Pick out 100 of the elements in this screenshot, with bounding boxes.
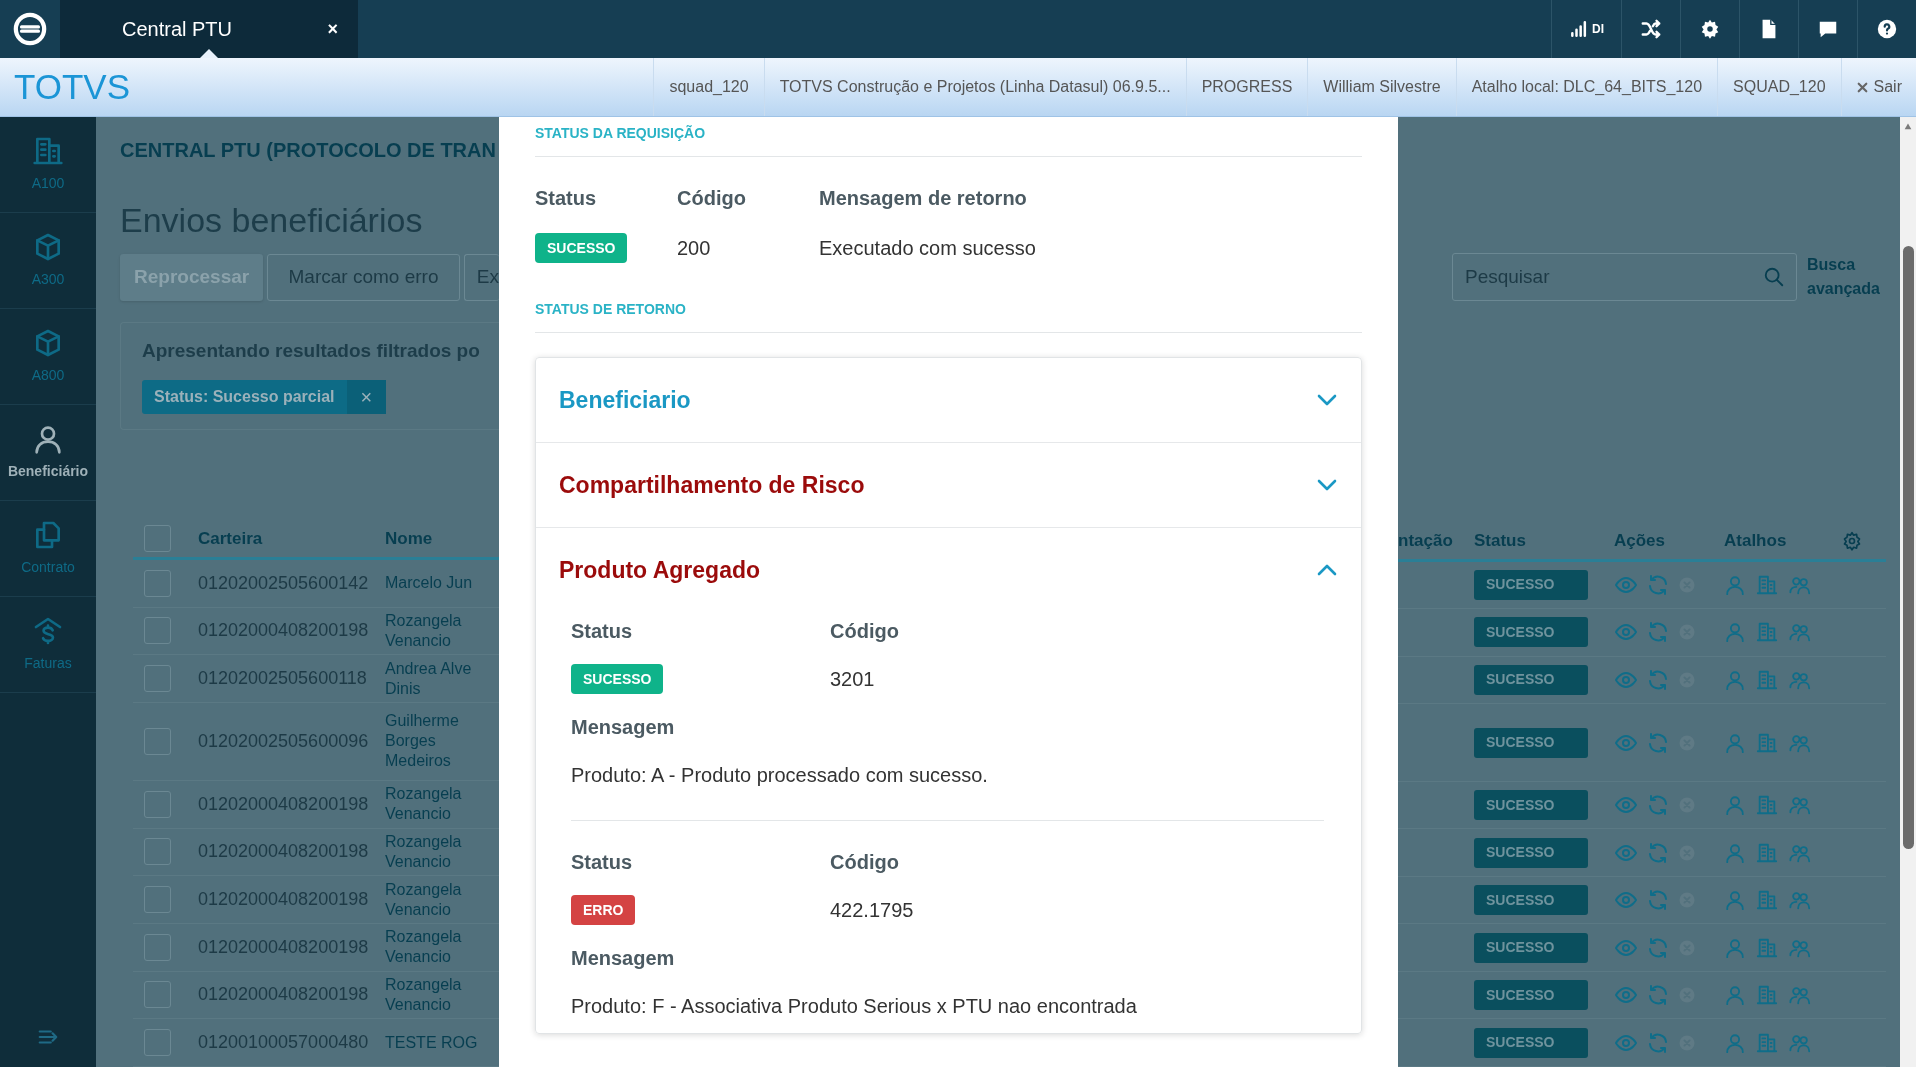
people-icon[interactable] bbox=[1788, 889, 1812, 912]
close-icon bbox=[1855, 80, 1869, 94]
building-icon[interactable] bbox=[1756, 794, 1778, 817]
person-icon bbox=[32, 423, 64, 455]
people-icon[interactable] bbox=[1788, 621, 1812, 644]
checkbox[interactable] bbox=[144, 665, 171, 693]
status-badge: SUCESSO bbox=[1474, 727, 1588, 758]
table-cell: Guilherme Borges Medeiros bbox=[385, 711, 459, 772]
refresh-icon[interactable] bbox=[1646, 983, 1670, 1008]
refresh-icon[interactable] bbox=[1646, 730, 1670, 755]
building-icon[interactable] bbox=[1756, 841, 1778, 864]
status-badge: ERRO bbox=[571, 895, 636, 925]
person-icon[interactable] bbox=[1724, 1031, 1746, 1054]
person-icon[interactable] bbox=[1724, 984, 1746, 1007]
sidebar-item[interactable]: A800 bbox=[0, 309, 96, 405]
table-cell: Rozangela Venancio bbox=[385, 610, 462, 651]
refresh-icon[interactable] bbox=[1646, 620, 1670, 645]
column-header: Ações bbox=[1614, 529, 1667, 552]
person-icon[interactable] bbox=[1724, 889, 1746, 912]
field-value: 422.1795 bbox=[830, 898, 915, 923]
status-badge: SUCESSO bbox=[1474, 932, 1588, 963]
field-value: Produto: A - Produto processado com sucesso. bbox=[571, 763, 989, 788]
accordion-header[interactable]: Compartilhamento de Risco bbox=[536, 443, 1361, 527]
field-label: Status bbox=[571, 850, 634, 875]
accordion-header[interactable]: Beneficiario bbox=[536, 358, 1361, 442]
advanced-search-link[interactable]: Busca avançada bbox=[1807, 252, 1897, 301]
person-icon[interactable] bbox=[1724, 573, 1746, 596]
refresh-icon[interactable] bbox=[1646, 935, 1670, 960]
sidebar-item[interactable]: A300 bbox=[0, 213, 96, 309]
checkbox[interactable] bbox=[144, 569, 171, 597]
signal-icon bbox=[1569, 19, 1589, 39]
table-cell: Rozangela Venancio bbox=[385, 879, 462, 920]
checkbox[interactable] bbox=[144, 933, 171, 961]
status-badge: SUCESSO bbox=[1474, 664, 1588, 695]
checkbox[interactable] bbox=[144, 1029, 171, 1057]
person-icon[interactable] bbox=[1724, 621, 1746, 644]
status-badge: SUCESSO bbox=[1474, 980, 1588, 1011]
chip-remove-button[interactable]: × bbox=[346, 379, 387, 414]
scroll-thumb[interactable] bbox=[1902, 246, 1914, 849]
column-header: Carteira bbox=[198, 528, 264, 551]
checkbox[interactable] bbox=[144, 727, 171, 755]
sidebar-item[interactable]: Contrato bbox=[0, 501, 96, 597]
building-icon[interactable] bbox=[1756, 621, 1778, 644]
building-icon[interactable] bbox=[1756, 936, 1778, 959]
building-icon[interactable] bbox=[1756, 731, 1778, 754]
building-icon[interactable] bbox=[1756, 889, 1778, 912]
person-icon[interactable] bbox=[1724, 936, 1746, 959]
logout-button[interactable]: Sair bbox=[1840, 58, 1916, 116]
refresh-icon[interactable] bbox=[1646, 1030, 1670, 1055]
building-icon[interactable] bbox=[1756, 573, 1778, 596]
refresh-icon[interactable] bbox=[1646, 793, 1670, 818]
page-breadcrumb: CENTRAL PTU (PROTOCOLO DE TRAN bbox=[120, 138, 497, 163]
column-header: Nome bbox=[385, 528, 433, 551]
shuffle-icon bbox=[1640, 18, 1662, 40]
section-label: STATUS DE RETORNO bbox=[535, 299, 1362, 333]
people-icon[interactable] bbox=[1788, 794, 1812, 817]
status-badge: SUCESSO bbox=[1474, 569, 1588, 600]
checkbox[interactable] bbox=[144, 886, 171, 914]
building-icon[interactable] bbox=[1756, 668, 1778, 691]
checkbox[interactable] bbox=[144, 838, 171, 866]
building-icon[interactable] bbox=[1756, 1031, 1778, 1054]
scroll-up-icon[interactable] bbox=[1902, 121, 1914, 131]
checkbox[interactable] bbox=[144, 617, 171, 645]
people-icon[interactable] bbox=[1788, 984, 1812, 1007]
building-icon[interactable] bbox=[1756, 984, 1778, 1007]
session-info: Atalho local: DLC_64_BITS_120 bbox=[1455, 58, 1718, 116]
table-cell: Marcelo Jun bbox=[385, 573, 473, 594]
table-cell: Rozangela Venancio bbox=[385, 831, 462, 872]
refresh-icon[interactable] bbox=[1646, 667, 1670, 692]
sidebar-item[interactable]: Faturas bbox=[0, 597, 96, 693]
person-icon[interactable] bbox=[1724, 794, 1746, 817]
accordion-header[interactable]: Produto Agregado bbox=[536, 528, 1361, 612]
person-icon[interactable] bbox=[1724, 731, 1746, 754]
tab-close-button[interactable]: × bbox=[327, 15, 338, 43]
checkbox[interactable] bbox=[144, 790, 171, 818]
refresh-icon[interactable] bbox=[1646, 572, 1670, 597]
session-info: TOTVS Construção e Projetos (Linha Datasul) 06.9.5... bbox=[763, 58, 1186, 116]
sidebar-item[interactable]: A100 bbox=[0, 117, 96, 213]
status-badge: SUCESSO bbox=[535, 233, 628, 263]
accordion-title: Produto Agregado bbox=[559, 555, 761, 585]
search-icon bbox=[1763, 265, 1785, 288]
sidebar-item[interactable]: Beneficiário bbox=[0, 405, 96, 501]
help-icon bbox=[1876, 18, 1898, 40]
field-label: Código bbox=[677, 186, 747, 211]
logo-icon bbox=[13, 12, 47, 46]
app-tab[interactable]: Central PTU × bbox=[60, 0, 358, 58]
settings-icon[interactable] bbox=[1842, 530, 1862, 551]
column-header: Atalhos bbox=[1724, 529, 1788, 552]
refresh-icon[interactable] bbox=[1646, 840, 1670, 865]
person-icon[interactable] bbox=[1724, 841, 1746, 864]
checkbox[interactable] bbox=[144, 525, 171, 553]
session-info: SQUAD_120 bbox=[1717, 58, 1841, 116]
refresh-icon[interactable] bbox=[1646, 888, 1670, 913]
column-header: Status bbox=[1474, 529, 1527, 552]
section-label: STATUS DA REQUISIÇÃO bbox=[535, 123, 1362, 157]
signal-label: DI bbox=[1592, 21, 1604, 38]
person-icon[interactable] bbox=[1724, 668, 1746, 691]
field-label: Status bbox=[535, 186, 598, 211]
checkbox[interactable] bbox=[144, 981, 171, 1009]
field-label: Código bbox=[830, 619, 900, 644]
